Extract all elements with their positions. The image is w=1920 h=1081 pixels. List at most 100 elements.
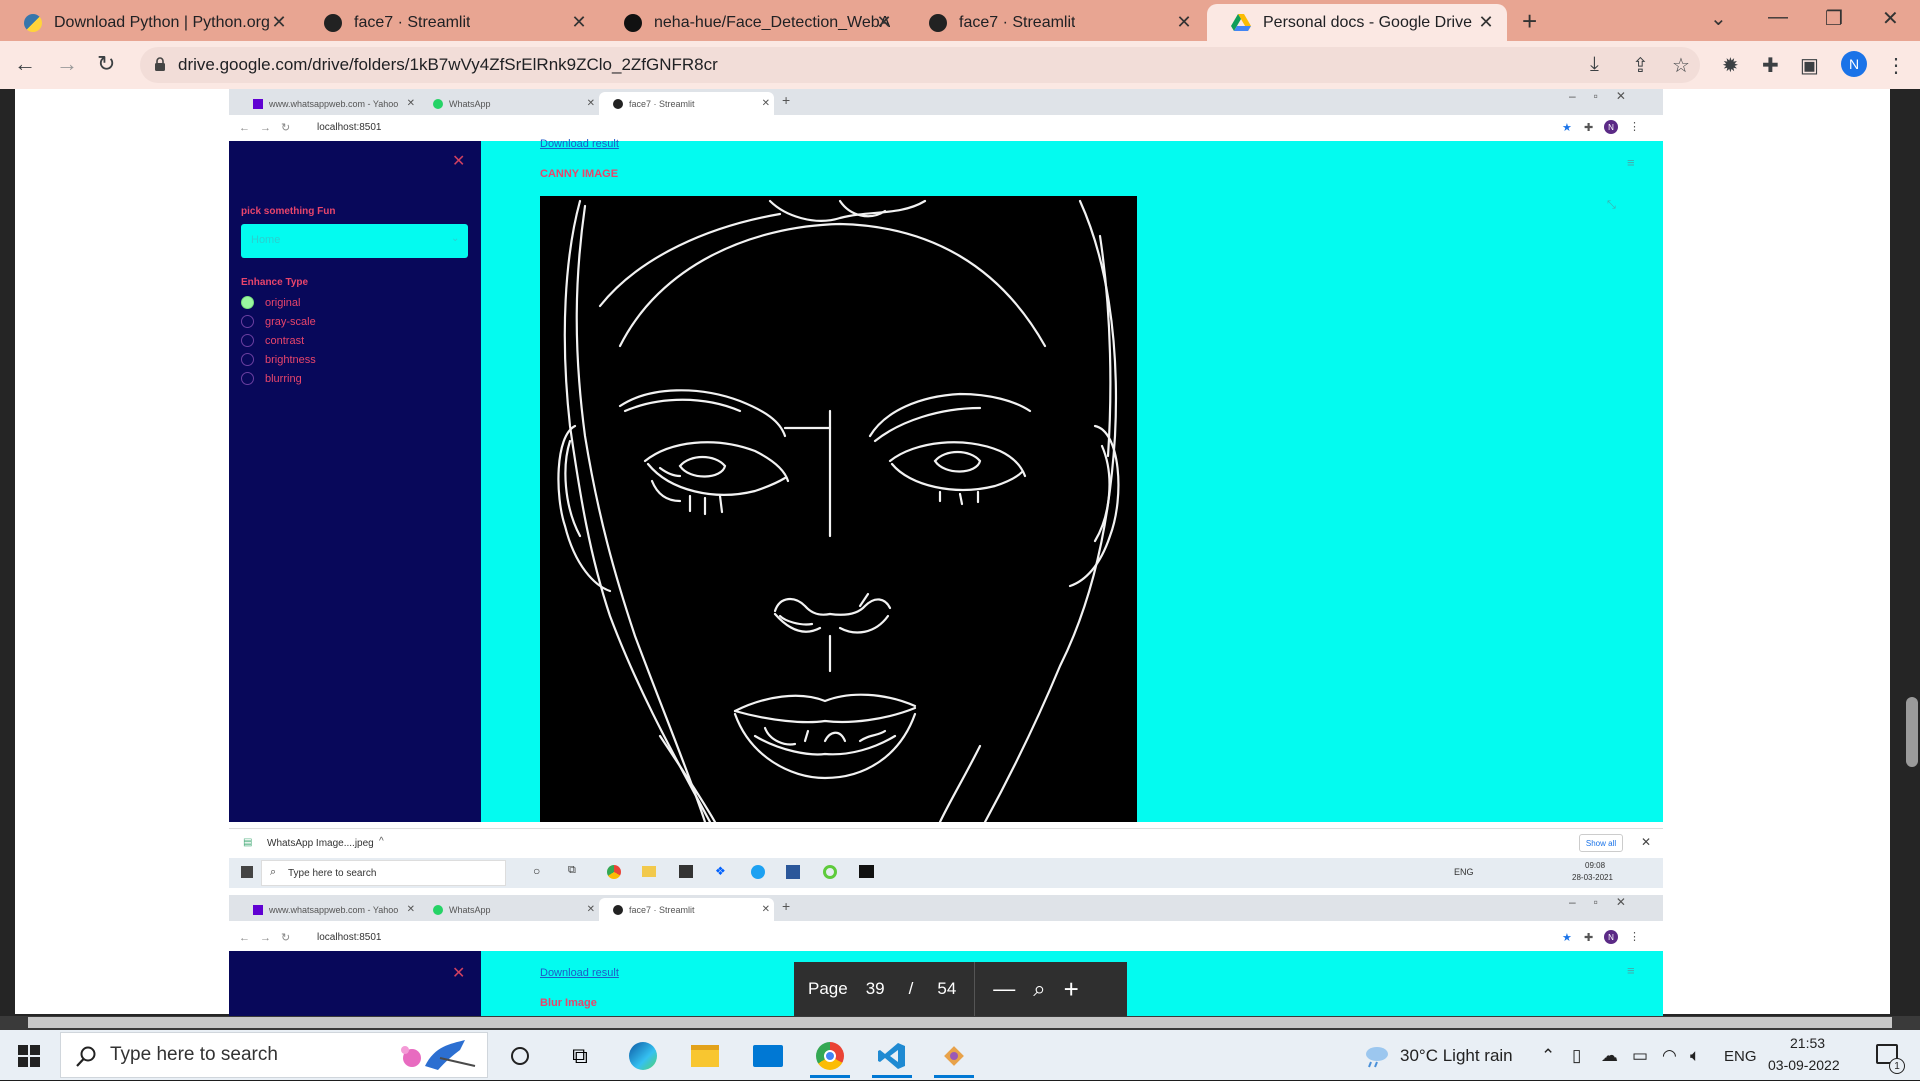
side-panel-icon[interactable]: ▣ (1800, 53, 1819, 78)
git-app-icon[interactable] (934, 1038, 974, 1074)
device-icon[interactable]: ▯ (1572, 1046, 1581, 1066)
clock-time[interactable]: 21:53 (1790, 1035, 1825, 1051)
tab-search-chevron-icon[interactable]: ⌄ (1710, 6, 1727, 31)
file-icon: ▤ (243, 837, 253, 848)
edge-icon[interactable] (623, 1038, 663, 1074)
app-icon (823, 865, 837, 879)
windows-start-icon[interactable] (18, 1045, 40, 1067)
vertical-scrollbar[interactable] (1906, 697, 1918, 767)
taskbar-search-text[interactable]: Type here to search (110, 1044, 278, 1066)
enhance-type-label: Enhance Type (241, 277, 309, 288)
embedded-new-tab-icon: + (782, 92, 791, 108)
close-icon[interactable]: ✕ (270, 13, 288, 31)
page-select: Home ⌄ (241, 224, 468, 258)
lock-icon (155, 57, 165, 71)
streamlit-icon (613, 98, 623, 109)
tab-title: face7 · Streamlit (959, 13, 1076, 31)
task-view-icon[interactable]: ⧉ (560, 1038, 600, 1074)
onedrive-cloud-icon[interactable]: ☁ (1601, 1046, 1618, 1066)
current-page-input[interactable]: 39 (866, 979, 885, 999)
install-app-icon[interactable]: ⤓ (1590, 53, 1599, 76)
select-label: pick something Fun (241, 206, 336, 217)
radio-icon (241, 334, 254, 347)
restore-icon[interactable]: ❐ (1825, 6, 1843, 31)
dropbox-icon: ❖ (715, 864, 726, 878)
weather-text[interactable]: 30°C Light rain (1400, 1046, 1513, 1066)
github-icon (624, 13, 642, 32)
page-separator: / (908, 979, 914, 998)
yahoo-icon (253, 98, 263, 109)
tab-streamlit-1[interactable]: face7 · Streamlit ✕ (300, 4, 600, 41)
clock-date[interactable]: 03-09-2022 (1768, 1057, 1840, 1073)
radio-blurring: blurring (241, 372, 302, 385)
minimize-icon[interactable]: — (1768, 6, 1788, 29)
streamlit-icon (613, 904, 623, 915)
file-explorer-icon[interactable] (685, 1038, 725, 1074)
wifi-icon[interactable]: ◠ (1662, 1046, 1677, 1066)
search-icon (76, 1046, 96, 1067)
word-icon (786, 865, 800, 879)
cortana-icon: ○ (533, 864, 541, 878)
download-result-link: Download result (540, 967, 619, 979)
tray-overflow-chevron-icon[interactable]: ⌃ (1541, 1046, 1555, 1066)
horizontal-scrollbar-thumb[interactable] (28, 1017, 1892, 1028)
embedded-tab: WhatsApp ✕ (419, 92, 599, 115)
embedded-taskbar: ⌕ Type here to search ○ ⧉ ❖ ENG 09:08 28… (229, 858, 1663, 888)
embedded-avatar: N (1604, 120, 1618, 134)
active-app-indicator (872, 1075, 912, 1078)
close-icon[interactable]: ✕ (570, 13, 588, 31)
language-indicator[interactable]: ENG (1724, 1048, 1757, 1065)
close-icon[interactable]: ✕ (875, 13, 893, 31)
radio-icon (241, 372, 254, 385)
profile-avatar[interactable]: N (1841, 51, 1867, 77)
extensions-puzzle-icon[interactable]: ✚ (1762, 53, 1779, 78)
back-arrow-icon[interactable]: ← (14, 51, 36, 77)
search-highlight-bird-icon (390, 1036, 480, 1076)
reload-icon[interactable]: ↻ (97, 51, 115, 77)
zoom-in-icon[interactable]: + (1064, 974, 1079, 1005)
window-close-icon[interactable]: ✕ (1882, 6, 1899, 31)
extension-bug-icon[interactable]: ✹ (1722, 53, 1739, 78)
close-icon[interactable]: ✕ (1175, 13, 1193, 31)
download-file-name: WhatsApp Image....jpeg (267, 838, 374, 849)
embedded-tab: www.whatsappweb.com - Yahoo ✕ (239, 92, 419, 115)
tab-streamlit-2[interactable]: face7 · Streamlit ✕ (905, 4, 1205, 41)
canny-edge-image (540, 196, 1137, 822)
browser-tab-bar: Download Python | Python.org ✕ face7 · S… (0, 0, 1920, 41)
chrome-icon[interactable] (810, 1038, 850, 1074)
radio-original: original (241, 296, 300, 309)
embedded-address-bar: ←→↻ localhost:8501 ★ ✚ N ⋮ (229, 925, 1663, 951)
menu-kebab-icon[interactable]: ⋮ (1886, 53, 1906, 78)
section-title: CANNY IMAGE (540, 168, 619, 180)
mail-icon[interactable] (748, 1038, 788, 1074)
embedded-puzzle-icon: ✚ (1584, 122, 1594, 134)
new-tab-plus-icon[interactable]: + (1522, 6, 1537, 37)
battery-icon[interactable]: ▭ (1632, 1046, 1648, 1066)
page-label: Page (808, 979, 848, 998)
radio-selected-icon (241, 296, 254, 309)
vscode-icon[interactable] (872, 1038, 912, 1074)
tab-google-drive[interactable]: Personal docs - Google Drive ✕ (1207, 4, 1507, 41)
chevron-up-icon: ^ (379, 836, 384, 847)
embedded-url: localhost:8501 (317, 122, 382, 133)
zoom-out-icon[interactable]: — (993, 976, 1015, 1002)
zoom-magnifier-icon[interactable]: ⌕ (1033, 976, 1045, 1002)
file-explorer-icon (642, 866, 656, 877)
task-view-icon: ⧉ (568, 864, 576, 876)
tab-python[interactable]: Download Python | Python.org ✕ (0, 4, 300, 41)
radio-contrast: contrast (241, 334, 304, 347)
url-text[interactable]: drive.google.com/drive/folders/1kB7wVy4Z… (178, 55, 718, 75)
tab-github[interactable]: neha-hue/Face_Detection_WebA ✕ (600, 4, 905, 41)
close-icon[interactable]: ✕ (1477, 13, 1495, 31)
forward-arrow-icon[interactable]: → (56, 51, 78, 77)
streamlit-sidebar: ✕ (229, 951, 481, 1016)
share-icon[interactable]: ⇪ (1632, 53, 1649, 78)
volume-icon[interactable]: 🔈︎ (1690, 1046, 1700, 1066)
python-icon (24, 13, 42, 32)
bookmark-star-icon[interactable]: ☆ (1672, 53, 1690, 78)
embedded-search-text: Type here to search (288, 868, 377, 879)
embedded-tab-title: www.whatsappweb.com - Yahoo (269, 98, 399, 109)
weather-cloud-rain-icon (1366, 1047, 1388, 1068)
cortana-circle-icon[interactable] (500, 1038, 540, 1074)
embedded-nav-icons: ←→↻ (239, 932, 301, 944)
